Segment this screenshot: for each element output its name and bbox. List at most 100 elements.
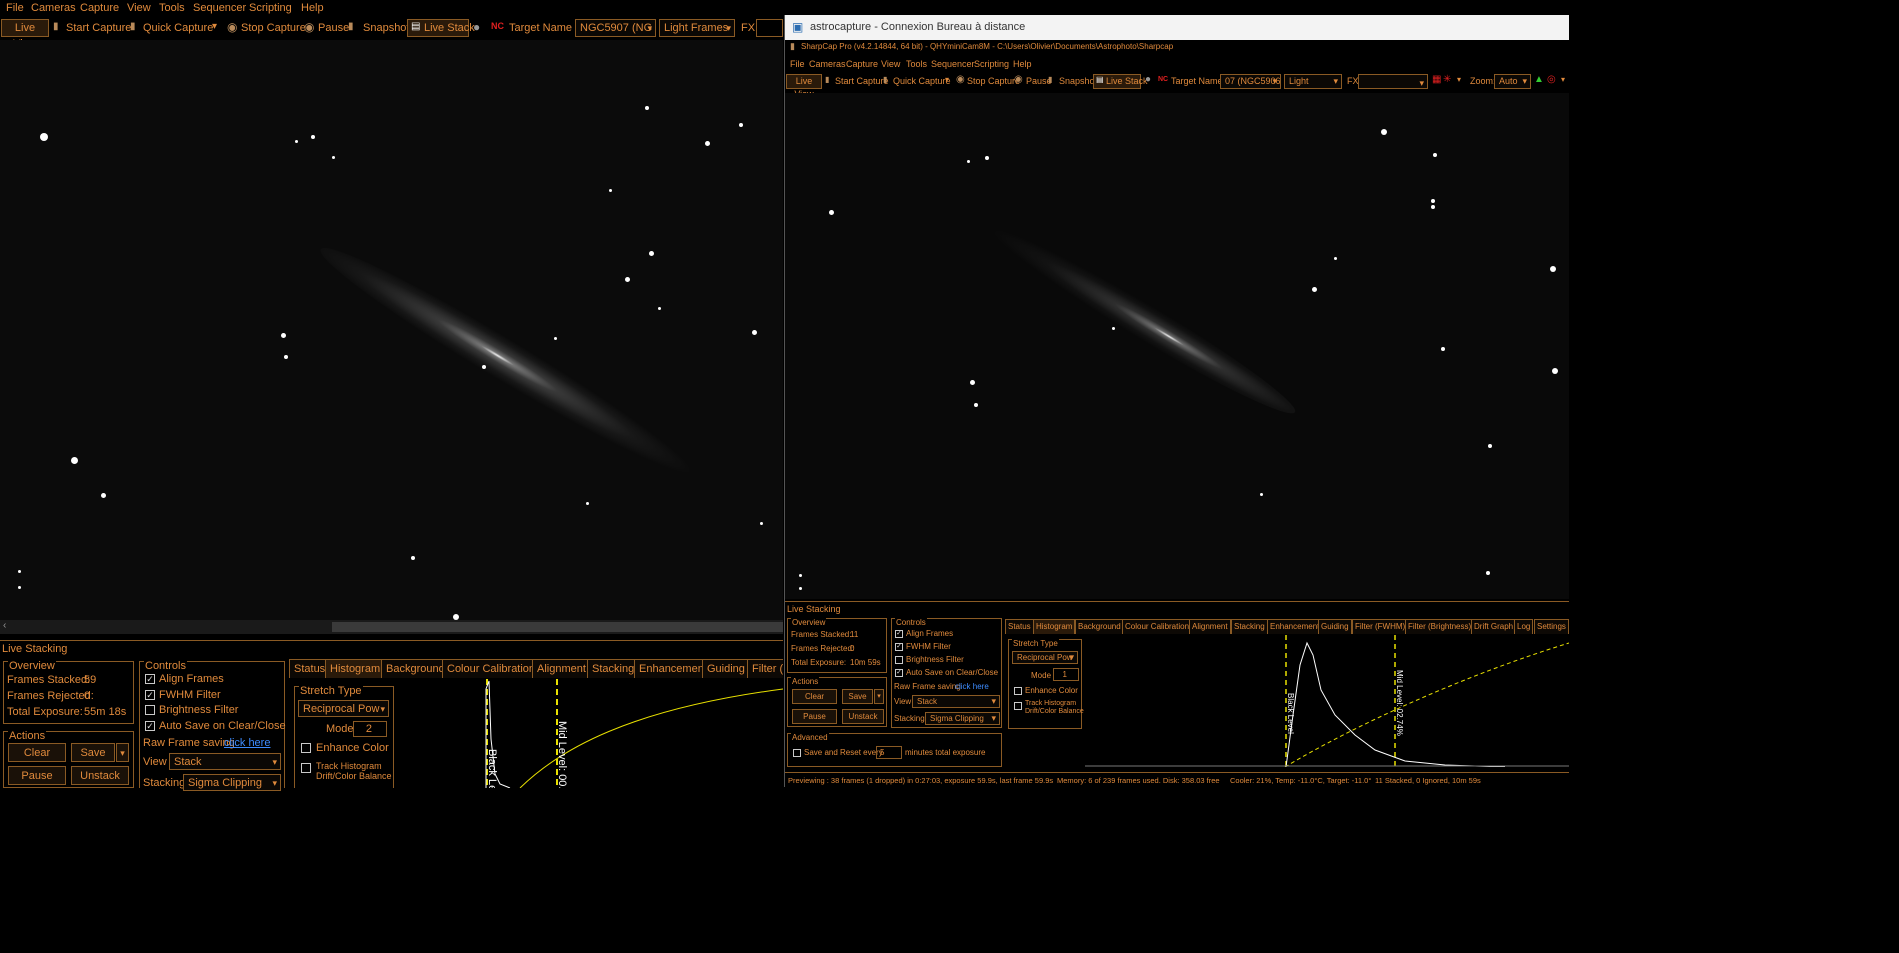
mode-stepper[interactable]: 2	[353, 721, 387, 737]
tab-alignment[interactable]: Alignment	[532, 659, 591, 678]
histogram-plot[interactable]: Black Le Mid Level: 00.6	[400, 679, 783, 788]
menu-help[interactable]: Help	[301, 2, 324, 14]
view-select[interactable]: Stack	[912, 695, 1000, 708]
live-view-button[interactable]: Live View	[786, 74, 822, 99]
tab-enhancement[interactable]: Enhancement	[1267, 619, 1323, 634]
remote-live-image-view[interactable]	[785, 93, 1569, 599]
menu-file[interactable]: File	[6, 2, 24, 14]
unstack-button[interactable]: Unstack	[842, 709, 884, 724]
raw-saving-link[interactable]: click here	[955, 682, 989, 691]
save-dropdown-button[interactable]: ▾	[874, 689, 884, 704]
live-view-button[interactable]: Live View	[1, 19, 49, 50]
tab-histogram[interactable]: Histogram	[325, 659, 386, 678]
tab-filter-brightness[interactable]: Filter (Brightness)	[1405, 619, 1475, 634]
tab-settings[interactable]: Settings	[1534, 619, 1569, 634]
tab-guiding[interactable]: Guiding	[1318, 619, 1352, 634]
stacking-select[interactable]: Sigma Clipping	[925, 712, 1000, 725]
grid-icon[interactable]: ▦	[1432, 74, 1441, 85]
menu-scripting[interactable]: Scripting	[249, 2, 292, 14]
reticle-icon[interactable]: ✳	[1443, 74, 1451, 85]
menu-view[interactable]: View	[881, 59, 900, 69]
scroll-left-icon[interactable]: ‹	[3, 620, 6, 631]
stop-capture-button[interactable]: Stop Capture	[241, 22, 306, 34]
snapshot-button[interactable]: Snapshot	[1059, 76, 1097, 86]
nc-icon[interactable]: NC	[491, 21, 504, 31]
tab-drift-graph[interactable]: Drift Graph	[1471, 619, 1517, 634]
stacking-select[interactable]: Sigma Clipping	[183, 774, 281, 791]
tab-background[interactable]: Background	[381, 659, 450, 678]
align-frames-checkbox[interactable]: ✓	[895, 630, 903, 638]
tab-log[interactable]: Log	[1514, 619, 1534, 634]
tab-stacking[interactable]: Stacking	[587, 659, 640, 678]
circle-icon[interactable]: ●	[473, 20, 480, 34]
stretch-type-select[interactable]: Reciprocal Pow	[1012, 651, 1078, 664]
tab-status[interactable]: Status	[289, 659, 331, 678]
quick-capture-button[interactable]: Quick Capture	[893, 76, 951, 86]
menu-view[interactable]: View	[127, 2, 151, 14]
histogram-plot[interactable]: Black Level Mid Level: 02.74%	[1085, 635, 1569, 767]
target-icon[interactable]: ◎	[1547, 74, 1556, 85]
tab-stacking[interactable]: Stacking	[1231, 619, 1268, 634]
menu-scripting[interactable]: Scripting	[974, 59, 1009, 69]
snapshot-button[interactable]: Snapshot	[363, 22, 409, 34]
tab-enhancement[interactable]: Enhancement	[634, 659, 712, 678]
chevron-down-icon[interactable]: ▾	[1561, 75, 1565, 84]
menu-capture[interactable]: Capture	[80, 2, 119, 14]
save-dropdown-button[interactable]: ▾	[116, 743, 129, 762]
menu-cameras[interactable]: Cameras	[809, 59, 846, 69]
brightness-filter-checkbox[interactable]	[895, 656, 903, 664]
image-scrollbar[interactable]: ‹	[0, 620, 783, 634]
target-name-select[interactable]: NGC5907 (NG	[575, 19, 656, 37]
menu-tools[interactable]: Tools	[906, 59, 927, 69]
fwhm-filter-checkbox[interactable]: ✓	[145, 690, 155, 700]
save-reset-checkbox[interactable]	[793, 749, 801, 757]
start-capture-button[interactable]: Start Capture	[835, 76, 889, 86]
target-name-select[interactable]: 07 (NGC5906)	[1220, 74, 1281, 89]
view-select[interactable]: Stack	[169, 753, 281, 770]
enhance-color-checkbox[interactable]	[1014, 687, 1022, 695]
stretch-type-select[interactable]: Reciprocal Pow	[298, 700, 389, 717]
tab-guiding[interactable]: Guiding	[702, 659, 750, 678]
mode-stepper[interactable]: 1	[1053, 668, 1079, 681]
frame-type-select[interactable]: Light Frames	[659, 19, 735, 37]
tab-filter-fwhm[interactable]: Filter (FWHM)	[1352, 619, 1409, 634]
chevron-down-icon[interactable]: ▾	[1457, 75, 1461, 84]
live-stack-button[interactable]: ▤ Live Stack	[407, 19, 475, 37]
tab-status[interactable]: Status	[1005, 619, 1034, 634]
save-button[interactable]: Save	[71, 743, 115, 762]
unstack-button[interactable]: Unstack	[71, 766, 129, 785]
quick-capture-button[interactable]: Quick Capture	[143, 22, 213, 34]
chevron-down-icon[interactable]: ▾	[945, 75, 949, 84]
histogram-icon[interactable]: ▲	[1534, 74, 1544, 85]
tab-colour-calibration[interactable]: Colour Calibration	[442, 659, 541, 678]
live-stack-button[interactable]: ▤ Live Stack	[1093, 74, 1148, 89]
chevron-down-icon[interactable]: ▾	[212, 21, 217, 32]
menu-tools[interactable]: Tools	[159, 2, 185, 14]
nc-icon[interactable]: NC	[1158, 76, 1168, 83]
menu-sequencer[interactable]: Sequencer	[193, 2, 246, 14]
frame-type-select[interactable]: Light	[1284, 74, 1342, 89]
pause-stack-button[interactable]: Pause	[8, 766, 66, 785]
pause-button[interactable]: Pause	[318, 22, 349, 34]
fwhm-filter-checkbox[interactable]: ✓	[895, 643, 903, 651]
save-button[interactable]: Save	[842, 689, 873, 704]
menu-capture[interactable]: Capture	[846, 59, 878, 69]
tab-histogram[interactable]: Histogram	[1033, 619, 1076, 634]
circle-icon[interactable]: ●	[1145, 74, 1151, 85]
menu-help[interactable]: Help	[1013, 59, 1032, 69]
menu-cameras[interactable]: Cameras	[31, 2, 76, 14]
menu-sequencer[interactable]: Sequencer	[931, 59, 975, 69]
track-histogram-checkbox[interactable]	[1014, 702, 1022, 710]
menu-file[interactable]: File	[790, 59, 805, 69]
raw-saving-link[interactable]: click here	[224, 737, 270, 749]
tab-filter[interactable]: Filter (F	[747, 659, 783, 678]
clear-button[interactable]: Clear	[792, 689, 837, 704]
remote-title-bar[interactable]: ▣ astrocapture - Connexion Bureau à dist…	[785, 15, 1569, 40]
enhance-color-checkbox[interactable]	[301, 743, 311, 753]
start-capture-button[interactable]: Start Capture	[66, 22, 131, 34]
auto-save-checkbox[interactable]: ✓	[895, 669, 903, 677]
pause-stack-button[interactable]: Pause	[792, 709, 837, 724]
tab-colour-calibration[interactable]: Colour Calibration	[1122, 619, 1193, 634]
tab-background[interactable]: Background	[1075, 619, 1124, 634]
brightness-filter-checkbox[interactable]	[145, 705, 155, 715]
